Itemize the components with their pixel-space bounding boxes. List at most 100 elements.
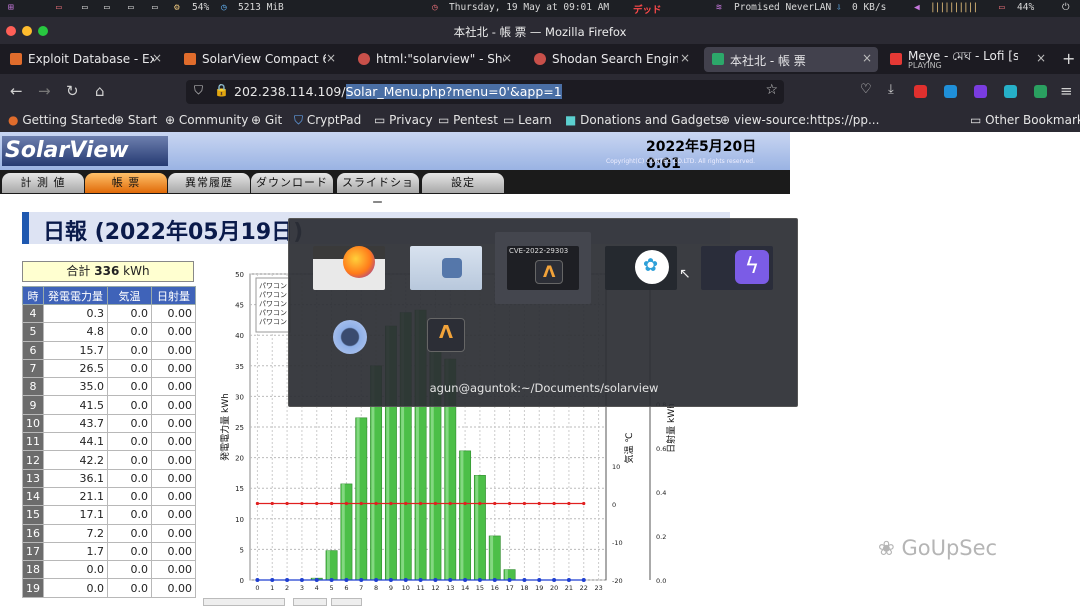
chromium-icon[interactable] bbox=[333, 320, 367, 354]
bookmarks-toolbar: ● Getting Started ⊕ Start ⊕ Community ⊕ … bbox=[0, 110, 1080, 132]
bookmark-star-icon[interactable]: ☆ bbox=[765, 82, 778, 98]
bookmark-view-source[interactable]: ⊕ view-source:https://pp... bbox=[720, 113, 879, 127]
x-tick-label: 10 bbox=[402, 584, 410, 592]
bar-highlight bbox=[490, 535, 494, 580]
irradiance-point bbox=[299, 578, 304, 582]
bookmark-git[interactable]: ⊕ Git bbox=[251, 113, 282, 127]
downloads-icon[interactable]: ⤓ bbox=[888, 82, 894, 97]
close-tab-icon[interactable]: × bbox=[1036, 51, 1046, 65]
menu-icon[interactable]: ≡ bbox=[1060, 82, 1073, 100]
bookmark-donations[interactable]: ■ Donations and Gadgets bbox=[565, 113, 721, 127]
switcher-item-bolt[interactable]: ϟ bbox=[701, 246, 773, 290]
bookmark-learn[interactable]: ▭ Learn bbox=[503, 113, 552, 127]
switcher-item-editor[interactable]: ✿ ↖ bbox=[605, 246, 691, 290]
switcher-item-files[interactable] bbox=[410, 246, 482, 290]
x-tick-label: 2 bbox=[285, 584, 289, 592]
tab-solarview-compact[interactable]: SolarView Compact 6.0 - × bbox=[176, 47, 342, 72]
temperature-point bbox=[433, 501, 438, 506]
row-temperature: 0.0 bbox=[107, 303, 152, 324]
row-hour: 7 bbox=[22, 358, 44, 379]
home-icon[interactable]: ⌂ bbox=[95, 82, 105, 100]
url-text[interactable]: 202.238.114.109/Solar_Menu.php?menu=0'&a… bbox=[234, 84, 562, 99]
close-tab-icon[interactable]: × bbox=[326, 51, 336, 65]
temperature-point bbox=[404, 501, 408, 506]
tab-exploit-db[interactable]: Exploit Database - Exploi × bbox=[2, 47, 168, 72]
globe-icon: ⊕ bbox=[720, 113, 731, 127]
row-generation: 0.0 bbox=[43, 578, 108, 598]
volume-icon[interactable]: ◀ bbox=[914, 2, 920, 13]
bookmark-start[interactable]: ⊕ Start bbox=[114, 113, 157, 127]
switcher-item-firefox[interactable] bbox=[313, 246, 385, 290]
bookmark-pentest[interactable]: ▭ Pentest bbox=[438, 113, 498, 127]
bookmark-other[interactable]: ▭ Other Bookmarks bbox=[970, 113, 1080, 127]
row-irradiance: 0.00 bbox=[151, 560, 196, 580]
alacritty-icon-2[interactable]: Λ bbox=[427, 318, 465, 352]
menu-settings[interactable]: 設定 bbox=[422, 173, 504, 193]
volume-level[interactable]: |||||||||| bbox=[930, 2, 978, 13]
y2-tick-label: 10 bbox=[612, 463, 620, 471]
bookmark-label: Getting Started bbox=[22, 113, 116, 127]
extension-icon-2[interactable] bbox=[974, 85, 987, 98]
irradiance-point bbox=[329, 578, 334, 582]
switcher-window-label: agun@aguntok:~/Documents/solarview bbox=[429, 381, 659, 395]
bookmark-label: Donations and Gadgets bbox=[580, 113, 722, 127]
terminal-thumbnail: CVE-2022-29303 Λ bbox=[507, 246, 579, 290]
new-tab-icon[interactable]: + bbox=[1062, 49, 1075, 68]
close-tab-icon[interactable]: × bbox=[680, 51, 690, 65]
memory-icon: ◷ bbox=[221, 2, 227, 13]
power-icon[interactable]: ⏻ bbox=[1062, 2, 1070, 13]
bookmark-label: Privacy bbox=[389, 113, 433, 127]
extension-icon[interactable] bbox=[944, 85, 957, 98]
close-tab-icon[interactable]: × bbox=[152, 51, 162, 65]
url-bar[interactable]: ⛉ 🔒 202.238.114.109/Solar_Menu.php?menu=… bbox=[186, 80, 784, 104]
ublock-icon[interactable] bbox=[914, 85, 927, 98]
bookmark-privacy[interactable]: ▭ Privacy bbox=[374, 113, 433, 127]
row-temperature: 0.0 bbox=[107, 413, 152, 434]
tab-youtube[interactable]: Meye - মেঘ - Lofi [slowed PLAYING × bbox=[882, 47, 1052, 72]
shield-icon[interactable]: ⛉ bbox=[194, 83, 203, 98]
nav-button[interactable] bbox=[293, 598, 327, 606]
bookmark-cryptpad[interactable]: ⛉ CryptPad bbox=[294, 113, 361, 128]
menu-alarm-history[interactable]: 異常履歴 bbox=[168, 173, 250, 193]
shodan-favicon-icon bbox=[358, 53, 370, 65]
close-tab-icon[interactable]: × bbox=[502, 51, 512, 65]
forward-icon[interactable]: → bbox=[38, 82, 51, 100]
pocket-icon[interactable]: ♡ bbox=[860, 82, 872, 97]
menu-slideshow[interactable]: スライドショー bbox=[337, 173, 419, 209]
reload-icon[interactable]: ↻ bbox=[66, 82, 79, 100]
tab-solarview-report[interactable]: 本社北 - 帳 票 × bbox=[704, 47, 878, 72]
bar-highlight bbox=[475, 475, 479, 580]
switcher-item-selected[interactable]: CVE-2022-29303 Λ bbox=[495, 232, 591, 304]
system-top-bar: ⊞ ▭ ▭ ▭ ▭ ▭ ⚙ 54% ◷ 5213 MiB ◷ Thursday,… bbox=[0, 0, 1080, 17]
x-tick-label: 22 bbox=[580, 584, 588, 592]
row-irradiance: 0.00 bbox=[151, 395, 196, 415]
extension-icon-4[interactable] bbox=[1034, 85, 1047, 98]
tab-shodan-html[interactable]: html:"solarview" - Shoda × bbox=[350, 47, 518, 72]
folder-icon: ▭ bbox=[503, 113, 515, 127]
table-row: 16 7.2 0.0 0.00 bbox=[22, 523, 196, 543]
nav-button-next[interactable] bbox=[331, 598, 362, 606]
close-tab-icon[interactable]: × bbox=[862, 51, 872, 65]
menu-download[interactable]: ダウンロード bbox=[251, 173, 333, 193]
x-tick-label: 8 bbox=[374, 584, 378, 592]
menu-reports[interactable]: 帳 票 bbox=[85, 173, 167, 193]
shodan-favicon-icon bbox=[534, 53, 546, 65]
lock-icon[interactable]: 🔒 bbox=[214, 83, 229, 97]
back-icon[interactable]: ← bbox=[10, 82, 23, 100]
extension-icon-3[interactable] bbox=[1004, 85, 1017, 98]
y-tick-label: 5 bbox=[240, 546, 244, 554]
tab-shodan-search[interactable]: Shodan Search Engine × bbox=[526, 47, 696, 72]
nav-button-prev[interactable] bbox=[203, 598, 285, 606]
row-hour: 5 bbox=[22, 322, 44, 342]
bookmark-getting-started[interactable]: ● Getting Started bbox=[8, 113, 115, 127]
x-tick-label: 13 bbox=[446, 584, 454, 592]
row-hour: 4 bbox=[22, 303, 44, 324]
solarview-favicon-icon bbox=[712, 53, 724, 65]
tab-label: html:"solarview" - Shoda bbox=[376, 52, 504, 66]
bookmark-community[interactable]: ⊕ Community bbox=[165, 113, 248, 127]
mouse-cursor-icon: ↖ bbox=[679, 266, 691, 282]
workspaces-icon[interactable]: ⊞ bbox=[8, 2, 14, 13]
x-tick-label: 20 bbox=[550, 584, 558, 592]
menu-measurements[interactable]: 計 測 値 bbox=[2, 173, 84, 193]
thumbnail-title: CVE-2022-29303 bbox=[509, 247, 569, 255]
